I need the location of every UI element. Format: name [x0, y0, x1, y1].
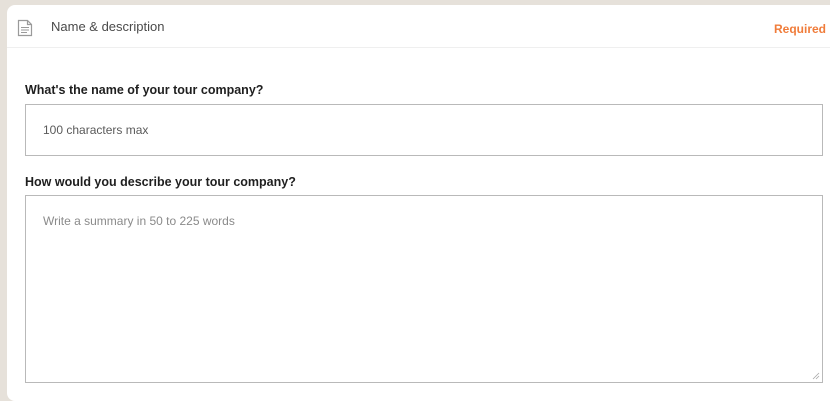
- section-title: Name & description: [51, 19, 165, 34]
- name-description-card: Name & description Required What's the n…: [7, 5, 830, 401]
- company-name-input[interactable]: 100 characters max: [25, 104, 823, 156]
- company-description-placeholder: Write a summary in 50 to 225 words: [43, 214, 235, 228]
- card-header: Name & description Required: [7, 5, 830, 48]
- required-badge: Required: [774, 22, 827, 36]
- company-name-label: What's the name of your tour company?: [25, 83, 264, 97]
- document-icon: [17, 19, 33, 37]
- company-name-placeholder: 100 characters max: [43, 123, 149, 137]
- company-description-textarea[interactable]: Write a summary in 50 to 225 words: [25, 195, 823, 383]
- company-description-label: How would you describe your tour company…: [25, 175, 296, 189]
- resize-handle-icon[interactable]: [812, 372, 820, 380]
